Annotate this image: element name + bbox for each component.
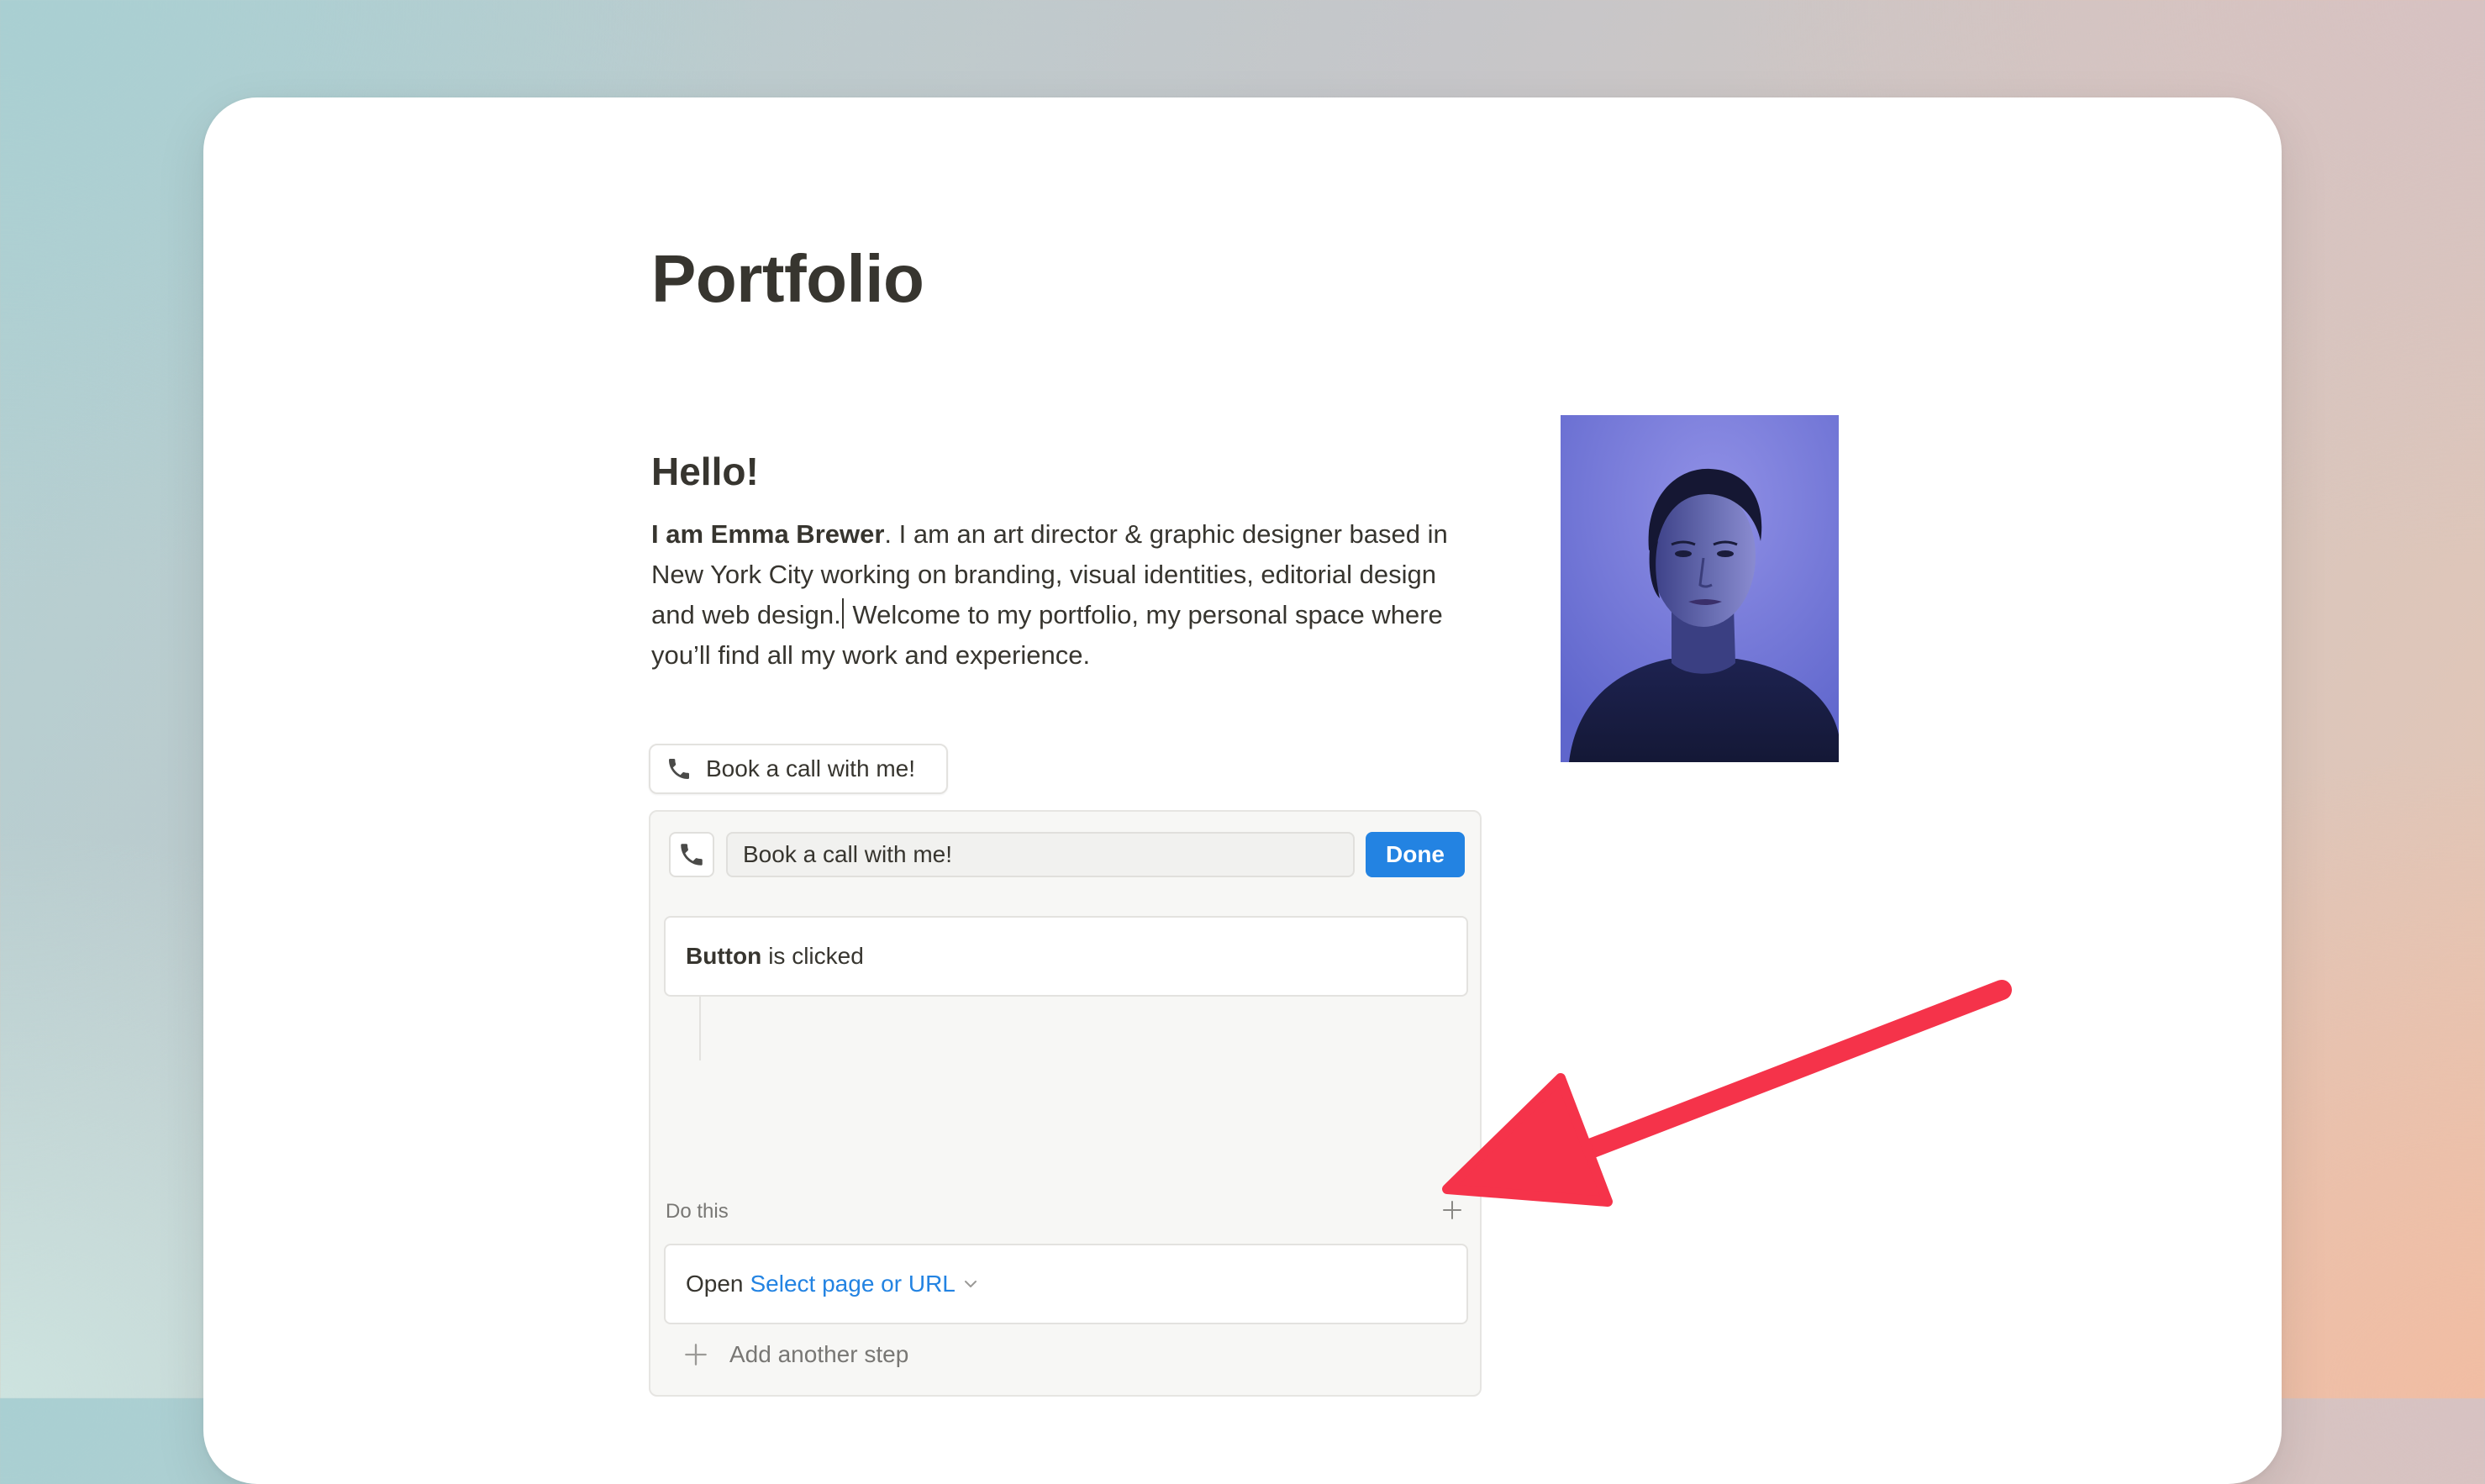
notion-window: Portfolio Hello! I am Emma Brewer. I am … (203, 97, 2282, 1484)
book-call-label: Book a call with me! (706, 755, 915, 781)
button-label-input[interactable] (726, 832, 1355, 877)
plus-icon (685, 1344, 707, 1366)
icon-picker-button[interactable] (669, 832, 714, 877)
trigger-text: is clicked (768, 943, 864, 969)
book-call-button[interactable]: Book a call with me! (649, 744, 948, 794)
add-action-button[interactable] (1439, 1197, 1466, 1224)
intro-name: I am Emma Brewer (651, 519, 885, 549)
button-editor-panel: Done Button is clicked Do this Open Sele… (649, 810, 1482, 1397)
text-caret (841, 598, 844, 629)
plus-icon (1443, 1201, 1461, 1219)
add-another-step-button[interactable]: Add another step (684, 1341, 908, 1368)
page-title: Portfolio (651, 241, 924, 316)
trigger-subject: Button (686, 943, 762, 969)
hello-heading: Hello! (651, 450, 759, 493)
step-connector-line (699, 997, 701, 1060)
done-button[interactable]: Done (1366, 832, 1465, 877)
action-verb: Open (686, 1271, 744, 1297)
do-this-label: Do this (666, 1200, 729, 1223)
chevron-down-icon (964, 1281, 977, 1287)
intro-paragraph[interactable]: I am Emma Brewer. I am an art director &… (651, 514, 1483, 676)
phone-icon (669, 759, 689, 779)
phone-icon (681, 844, 703, 866)
select-page-or-url-dropdown[interactable]: Select page or URL (750, 1271, 977, 1297)
action-card[interactable]: Open Select page or URL (664, 1244, 1468, 1324)
portrait-photo (1561, 415, 1839, 762)
trigger-card[interactable]: Button is clicked (664, 916, 1468, 997)
select-page-or-url-label: Select page or URL (750, 1271, 956, 1297)
portrait-illustration (1561, 415, 1839, 762)
add-another-step-label: Add another step (729, 1341, 909, 1367)
